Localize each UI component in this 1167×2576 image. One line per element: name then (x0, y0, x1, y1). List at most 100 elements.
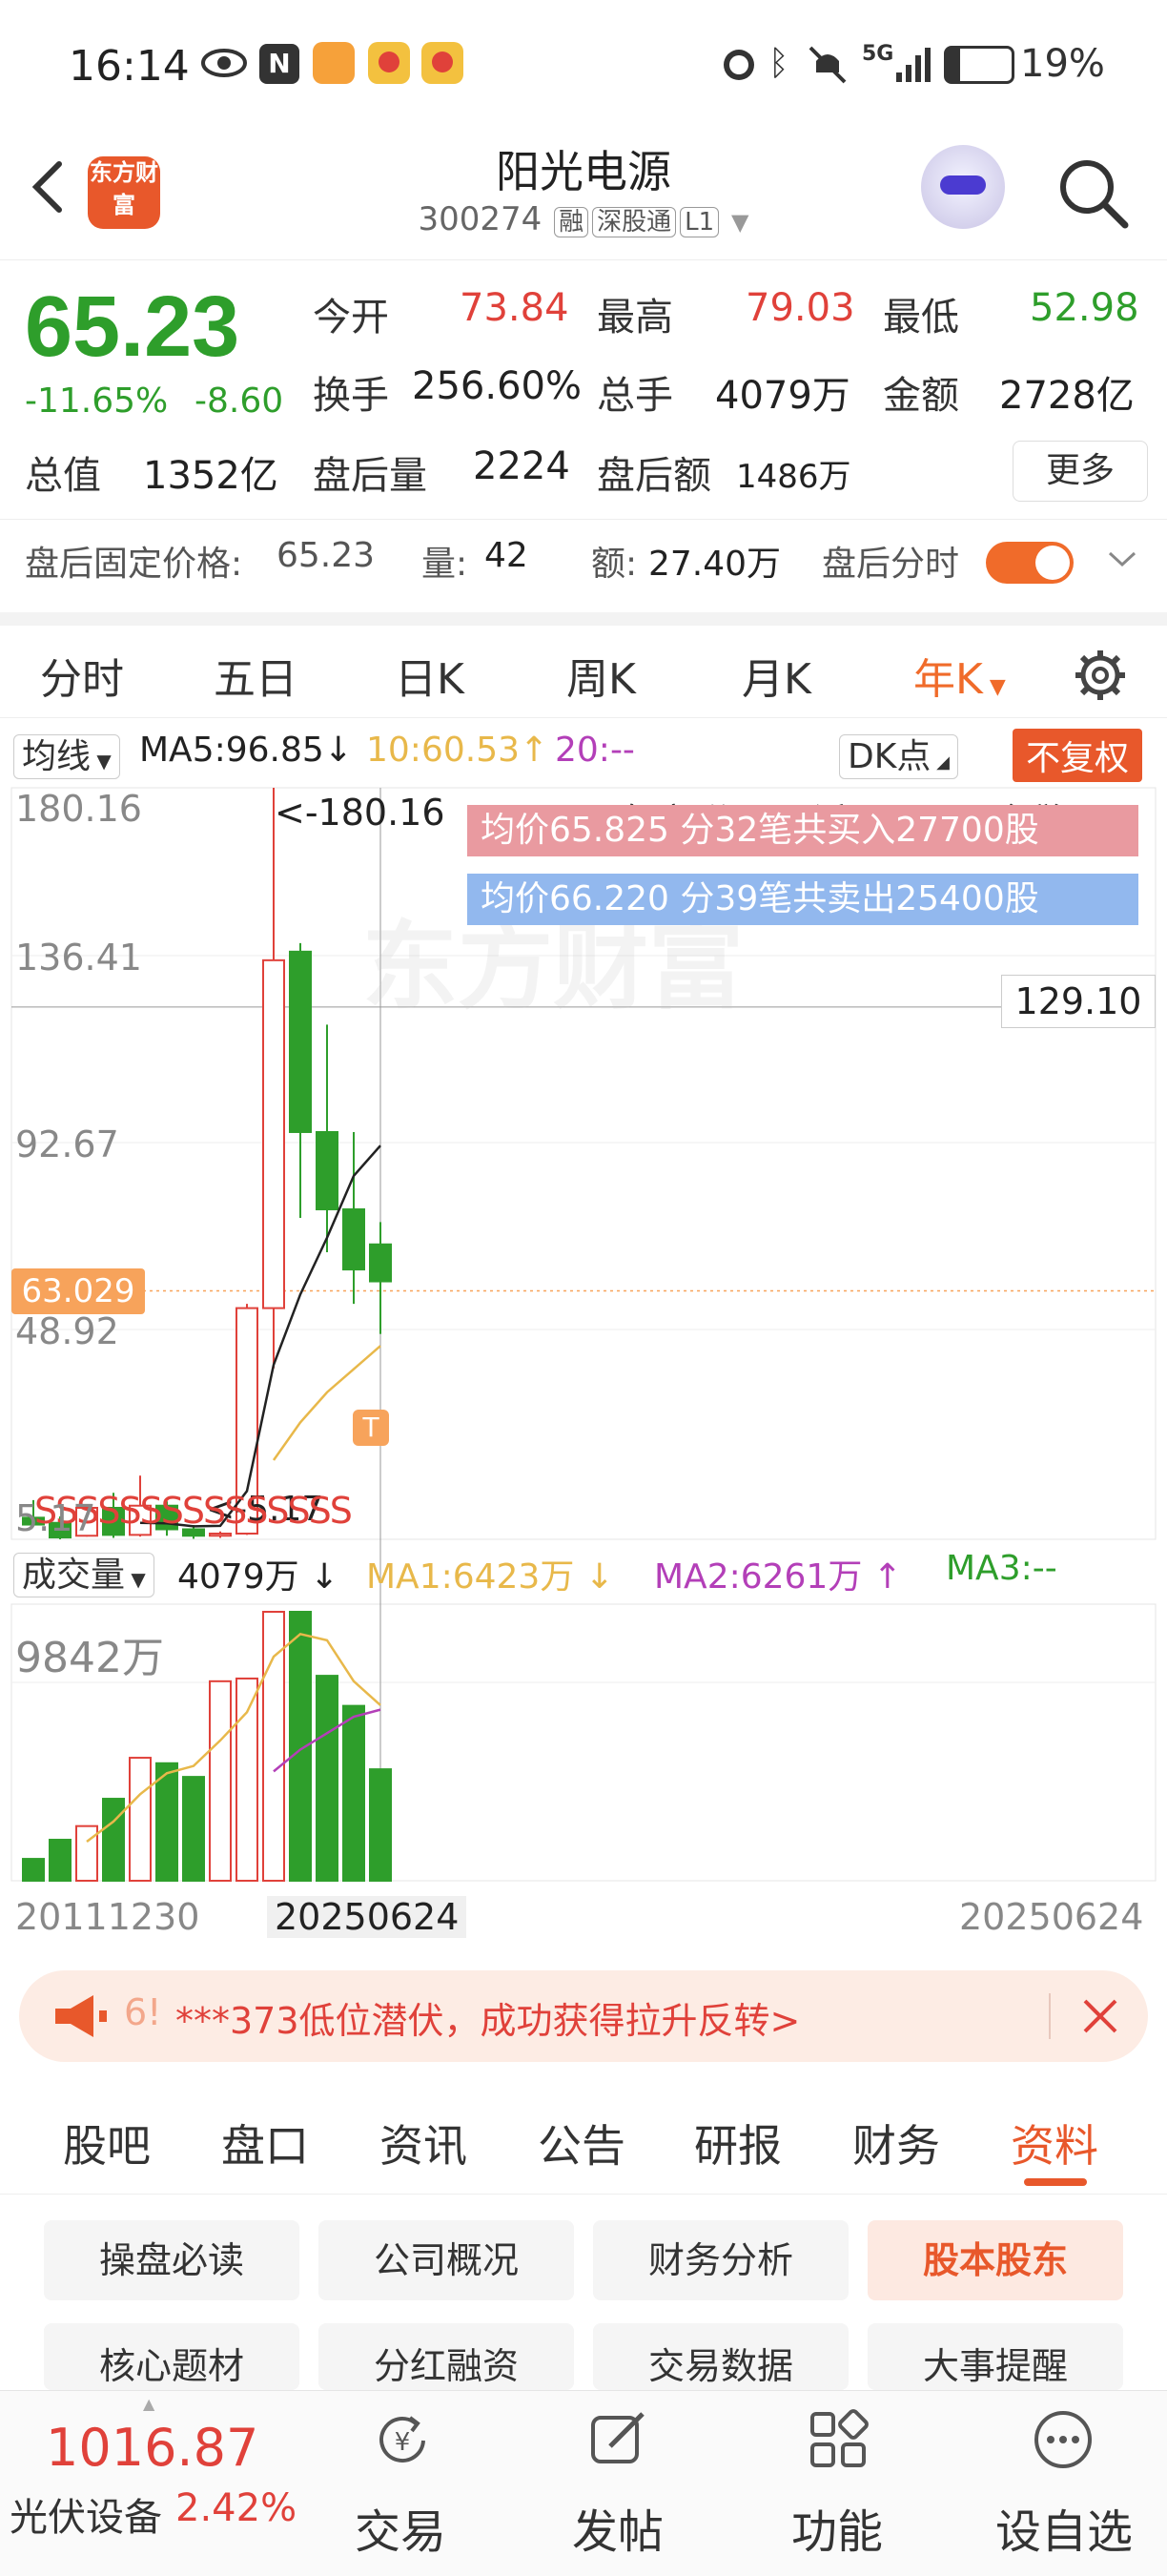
change-percent: -11.65% (25, 381, 169, 421)
tab-finance[interactable]: 财务 (852, 2112, 940, 2174)
apps-grid-icon (807, 2408, 870, 2475)
more-button[interactable]: 更多 (1013, 441, 1148, 502)
after-timeshare-toggle[interactable] (986, 542, 1074, 584)
volume-selector-label: 成交量 (22, 1556, 126, 1595)
nav-function[interactable]: 功能 (751, 2391, 923, 2576)
close-icon[interactable] (1077, 1993, 1123, 2043)
promo-text[interactable]: ***373低位潜伏，成功获得拉升反转> (175, 1991, 800, 2044)
volume-bar-up (235, 1677, 258, 1882)
y-label: 5.17 (15, 1497, 96, 1539)
caret-down-icon[interactable]: ▼ (731, 209, 748, 236)
mute-icon (807, 44, 849, 88)
sector-index[interactable]: ▲ 1016.87 光伏设备 2.42% (0, 2391, 315, 2576)
promo-banner[interactable]: 6! ***373低位潜伏，成功获得拉升反转> (19, 1970, 1148, 2062)
tab-profile[interactable]: 资料 (1011, 2112, 1098, 2174)
tab-announcements[interactable]: 公告 (538, 2112, 625, 2174)
edit-icon (587, 2408, 650, 2475)
volume-bar-down (49, 1839, 72, 1882)
volume-bar-down (155, 1762, 178, 1882)
btn-dividends-financing[interactable]: 分红融资 (318, 2323, 574, 2390)
y-label: 48.92 (15, 1310, 119, 1352)
tab-daily-k[interactable]: 日K (395, 645, 464, 706)
weibo-icon (421, 42, 463, 84)
sell-summary: 均价66.220 分39笔共卖出25400股 (467, 874, 1138, 925)
candle-down (369, 1243, 392, 1283)
sector-change: 2.42% (175, 2486, 297, 2530)
battery-percent: 19% (1020, 42, 1105, 86)
nav-trade[interactable]: ¥ 交易 (315, 2391, 486, 2576)
volume-label: 总手 (597, 374, 673, 418)
buy-summary: 均价65.825 分32笔共买入27700股 (467, 805, 1138, 856)
nav-add-watchlist[interactable]: 设自选 (971, 2391, 1157, 2576)
btn-core-themes[interactable]: 核心题材 (44, 2323, 299, 2390)
vol-ma2-value: MA2:6261万 (654, 1557, 863, 1597)
tab-weekly-k[interactable]: 周K (566, 645, 636, 706)
megaphone-icon (51, 1991, 109, 2045)
tag-level: L1 (680, 207, 720, 237)
nav-function-label: 功能 (790, 2505, 883, 2559)
tab-timeshare[interactable]: 分时 (40, 645, 124, 706)
nav-add-watchlist-label: 设自选 (994, 2505, 1133, 2559)
nav-post[interactable]: 发帖 (532, 2391, 704, 2576)
x-cursor-label: 20250624 (267, 1896, 467, 1938)
y-label: 92.67 (15, 1123, 119, 1165)
nav-post-label: 发帖 (571, 2505, 664, 2559)
vol-ma1-readout: MA1:6423万 ↓ (366, 1557, 614, 1597)
tab-yearly-k[interactable]: 年K ▼ (913, 645, 1006, 706)
ma5-line (139, 1144, 381, 1528)
after-qty-value: 42 (484, 536, 528, 575)
trade-marker-icon[interactable]: T (353, 1410, 389, 1446)
tab-monthly-k[interactable]: 月K (742, 645, 811, 706)
volume-bar-down (102, 1798, 125, 1883)
tag-connect: 深股通 (592, 207, 677, 237)
exclamation-icon: 6! (124, 1991, 162, 2033)
volume-bar-down (22, 1858, 45, 1883)
volume-bar-up (75, 1824, 98, 1883)
crosshair-price: 129.10 (1001, 975, 1156, 1028)
stock-code: 300274 (418, 200, 543, 238)
max-price-label: <-180.16 (275, 792, 445, 834)
status-time: 16:14 (69, 42, 190, 91)
divider (0, 519, 1167, 520)
kline-chart-area[interactable]: 均线 ▼ MA5:96.85↓ 10:60.53↑ 20:-- DK点 ◢ 不复… (0, 717, 1167, 1947)
caret-up-icon: ▲ (143, 2395, 155, 2413)
volume-max-label: 9842万 (15, 1634, 164, 1682)
eye-icon (200, 44, 248, 86)
tab-orderbook[interactable]: 盘口 (221, 2112, 309, 2174)
btn-company-overview[interactable]: 公司概况 (318, 2220, 574, 2300)
current-price: 65.23 (25, 279, 240, 375)
status-bar: 16:14 N ᛒ 5G 19% (0, 0, 1167, 134)
sector-index-value: 1016.87 (46, 2418, 259, 2478)
gear-icon[interactable] (1072, 647, 1129, 708)
btn-financial-analysis[interactable]: 财务分析 (593, 2220, 849, 2300)
tab-news[interactable]: 资讯 (379, 2112, 467, 2174)
app-badge-icon (313, 42, 355, 84)
assistant-robot-icon[interactable] (921, 145, 1005, 229)
tab-research[interactable]: 研报 (694, 2112, 782, 2174)
open-label: 今开 (313, 296, 389, 340)
after-amt-label: 额: (591, 545, 638, 584)
btn-shareholders[interactable]: 股本股东 (868, 2220, 1123, 2300)
low-label: 最低 (883, 296, 959, 340)
chevron-down-icon[interactable] (1106, 547, 1138, 574)
tab-five-day[interactable]: 五日 (214, 645, 297, 706)
tab-forum[interactable]: 股吧 (63, 2112, 151, 2174)
y-label: 136.41 (15, 937, 142, 979)
ah-amount-label: 盘后额 (597, 454, 711, 498)
volume-selector[interactable]: 成交量 ▼ (13, 1547, 154, 1597)
divider (1049, 1993, 1051, 2039)
high-label: 最高 (597, 296, 673, 340)
volume-bar-down (342, 1704, 365, 1883)
stock-header: 东方财富 阳光电源 300274 融深股通 L1 ▼ (0, 134, 1167, 260)
volume-value: 4079万 (715, 374, 850, 418)
battery-icon (944, 46, 1014, 84)
btn-event-reminders[interactable]: 大事提醒 (868, 2323, 1123, 2390)
mktcap-label: 总值 (25, 454, 101, 498)
ah-volume-label: 盘后量 (313, 454, 427, 498)
btn-trading-guide[interactable]: 操盘必读 (44, 2220, 299, 2300)
info-tabs: 股吧 盘口 资讯 公告 研报 财务 资料 (0, 2083, 1167, 2195)
btn-trading-data[interactable]: 交易数据 (593, 2323, 849, 2390)
weibo-icon (368, 42, 410, 84)
search-icon[interactable] (1054, 155, 1131, 231)
volume-value: 4079万 (177, 1557, 299, 1597)
